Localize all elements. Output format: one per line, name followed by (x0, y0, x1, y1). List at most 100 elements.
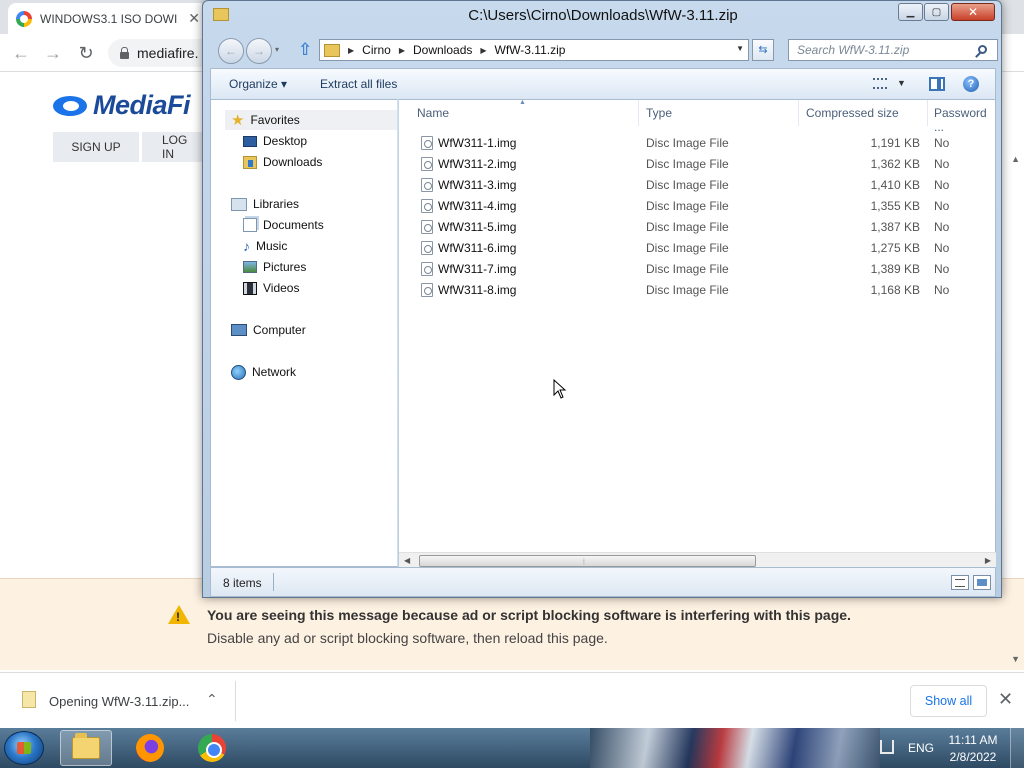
nav-item-computer[interactable]: Computer (231, 320, 306, 340)
table-row[interactable]: WfW311-5.img Disc Image File 1,387 KB No (399, 216, 996, 237)
chevron-down-icon[interactable]: ▼ (897, 78, 906, 88)
table-row[interactable]: WfW311-4.img Disc Image File 1,355 KB No (399, 195, 996, 216)
nav-item-label: Videos (263, 281, 300, 295)
breadcrumb-downloads[interactable]: Downloads (413, 43, 472, 57)
navigation-pane: ★ Favorites Desktop Downloads Libraries … (210, 99, 398, 567)
show-all-button[interactable]: Show all (910, 685, 987, 717)
mediafire-flame-icon (45, 94, 89, 118)
nav-item-pictures[interactable]: Pictures (243, 257, 306, 277)
show-desktop-button[interactable] (1010, 728, 1024, 768)
chevron-up-icon[interactable]: ⌃ (206, 691, 218, 708)
forward-arrow-icon[interactable]: → (246, 38, 272, 64)
mediafire-logo[interactable]: MediaFi (45, 90, 191, 121)
clock-time[interactable]: 11:11 AM (946, 733, 1000, 747)
column-header-type[interactable]: Type (646, 106, 672, 120)
browser-reload-icon[interactable]: ↻ (75, 42, 97, 64)
sign-up-button[interactable]: SIGN UP (53, 132, 139, 162)
grip-icon: ⦙ (583, 557, 585, 566)
up-arrow-icon[interactable]: ⇧ (298, 40, 312, 60)
disc-image-icon (421, 283, 433, 297)
search-placeholder: Search WfW-3.11.zip (797, 43, 910, 57)
help-icon[interactable]: ? (963, 76, 979, 92)
column-divider[interactable] (638, 100, 639, 126)
file-name-cell: WfW311-7.img (438, 262, 517, 276)
table-row[interactable]: WfW311-8.img Disc Image File 1,168 KB No (399, 279, 996, 300)
nav-item-downloads[interactable]: Downloads (243, 152, 322, 172)
taskbar-firefox-button[interactable] (124, 730, 176, 766)
back-arrow-icon[interactable]: ← (218, 38, 244, 64)
horizontal-scrollbar[interactable]: ◀ ⦙ ▶ (399, 552, 996, 568)
table-row[interactable]: WfW311-6.img Disc Image File 1,275 KB No (399, 237, 996, 258)
recent-pages-icon[interactable]: ▾ (275, 45, 279, 54)
column-divider[interactable] (798, 100, 799, 126)
documents-icon (243, 218, 257, 232)
nav-item-videos[interactable]: Videos (243, 278, 299, 298)
column-header-size[interactable]: Compressed size (806, 106, 899, 120)
breadcrumb-separator-icon[interactable]: ▶ (480, 46, 486, 55)
nav-item-label: Libraries (253, 197, 300, 211)
page-scroll-up-icon[interactable]: ▲ (1011, 154, 1020, 164)
breadcrumb-separator-icon[interactable]: ▶ (399, 46, 405, 55)
taskbar-chrome-button[interactable] (186, 730, 238, 766)
nav-item-libraries[interactable]: Libraries (231, 194, 299, 214)
scroll-left-icon[interactable]: ◀ (404, 556, 410, 565)
download-item-label[interactable]: Opening WfW-3.11.zip... (49, 694, 189, 709)
chevron-down-icon[interactable]: ▼ (736, 44, 744, 53)
breadcrumb-cirno[interactable]: Cirno (362, 43, 391, 57)
close-button[interactable]: ✕ (951, 3, 995, 21)
tab-close-icon[interactable]: ✕ (188, 10, 200, 27)
search-input[interactable]: Search WfW-3.11.zip (788, 39, 998, 61)
taskbar-explorer-button[interactable] (60, 730, 112, 766)
extract-all-button[interactable]: Extract all files (320, 77, 397, 91)
scroll-right-icon[interactable]: ▶ (985, 556, 991, 565)
start-orb-icon[interactable] (4, 731, 44, 765)
refresh-icon[interactable]: ⇆ (752, 39, 774, 61)
preview-pane-icon[interactable] (929, 77, 945, 91)
file-type-cell: Disc Image File (646, 220, 729, 234)
column-divider[interactable] (927, 100, 928, 126)
language-indicator[interactable]: ENG (908, 741, 934, 755)
nav-item-network[interactable]: Network (231, 362, 296, 382)
large-icons-view-icon[interactable] (973, 575, 991, 590)
file-list-pane: Name ▲ Type Compressed size Password ...… (399, 99, 996, 568)
disc-image-icon (421, 136, 433, 150)
breadcrumb-separator-icon[interactable]: ▶ (348, 46, 354, 55)
log-in-button[interactable]: LOG IN (142, 132, 202, 162)
file-name-cell: WfW311-6.img (438, 241, 517, 255)
scrollbar-thumb[interactable]: ⦙ (419, 555, 756, 567)
file-name-cell: WfW311-8.img (438, 283, 517, 297)
file-size-cell: 1,387 KB (870, 220, 920, 234)
search-icon[interactable] (978, 45, 987, 54)
close-shelf-icon[interactable]: ✕ (998, 689, 1013, 710)
breadcrumb-zip[interactable]: WfW-3.11.zip (495, 43, 566, 57)
browser-forward-icon[interactable]: → (42, 42, 64, 64)
sort-ascending-icon: ▲ (519, 99, 526, 106)
minimize-button[interactable]: ▁ (898, 3, 923, 21)
firefox-icon (136, 734, 164, 762)
nav-item-desktop[interactable]: Desktop (243, 131, 307, 151)
page-scroll-down-icon[interactable]: ▼ (1011, 654, 1020, 664)
column-header-name[interactable]: Name (417, 106, 449, 120)
clock-date[interactable]: 2/8/2022 (946, 750, 1000, 764)
views-icon[interactable] (873, 78, 887, 89)
column-header-password[interactable]: Password ... (934, 106, 995, 134)
nav-item-favorites[interactable]: ★ Favorites (225, 110, 397, 130)
nav-item-music[interactable]: ♪ Music (243, 236, 287, 256)
organize-button[interactable]: Organize ▾ (229, 77, 287, 91)
nav-item-documents[interactable]: Documents (243, 215, 324, 235)
table-row[interactable]: WfW311-7.img Disc Image File 1,389 KB No (399, 258, 996, 279)
table-row[interactable]: WfW311-3.img Disc Image File 1,410 KB No (399, 174, 996, 195)
browser-back-icon[interactable]: ← (10, 42, 32, 64)
browser-tab-title: WINDOWS3.1 ISO DOWI (40, 11, 178, 26)
table-row[interactable]: WfW311-2.img Disc Image File 1,362 KB No (399, 153, 996, 174)
file-type-cell: Disc Image File (646, 136, 729, 150)
file-type-cell: Disc Image File (646, 283, 729, 297)
maximize-button[interactable]: ▢ (924, 3, 949, 21)
file-password-cell: No (934, 241, 950, 255)
network-tray-icon[interactable] (880, 740, 894, 754)
browser-tab[interactable]: WINDOWS3.1 ISO DOWI ✕ (8, 3, 208, 34)
table-row[interactable]: WfW311-1.img Disc Image File 1,191 KB No (399, 132, 996, 153)
address-bar[interactable]: ▶ Cirno ▶ Downloads ▶ WfW-3.11.zip ▼ (319, 39, 749, 61)
libraries-icon (231, 197, 247, 211)
details-view-icon[interactable] (951, 575, 969, 590)
